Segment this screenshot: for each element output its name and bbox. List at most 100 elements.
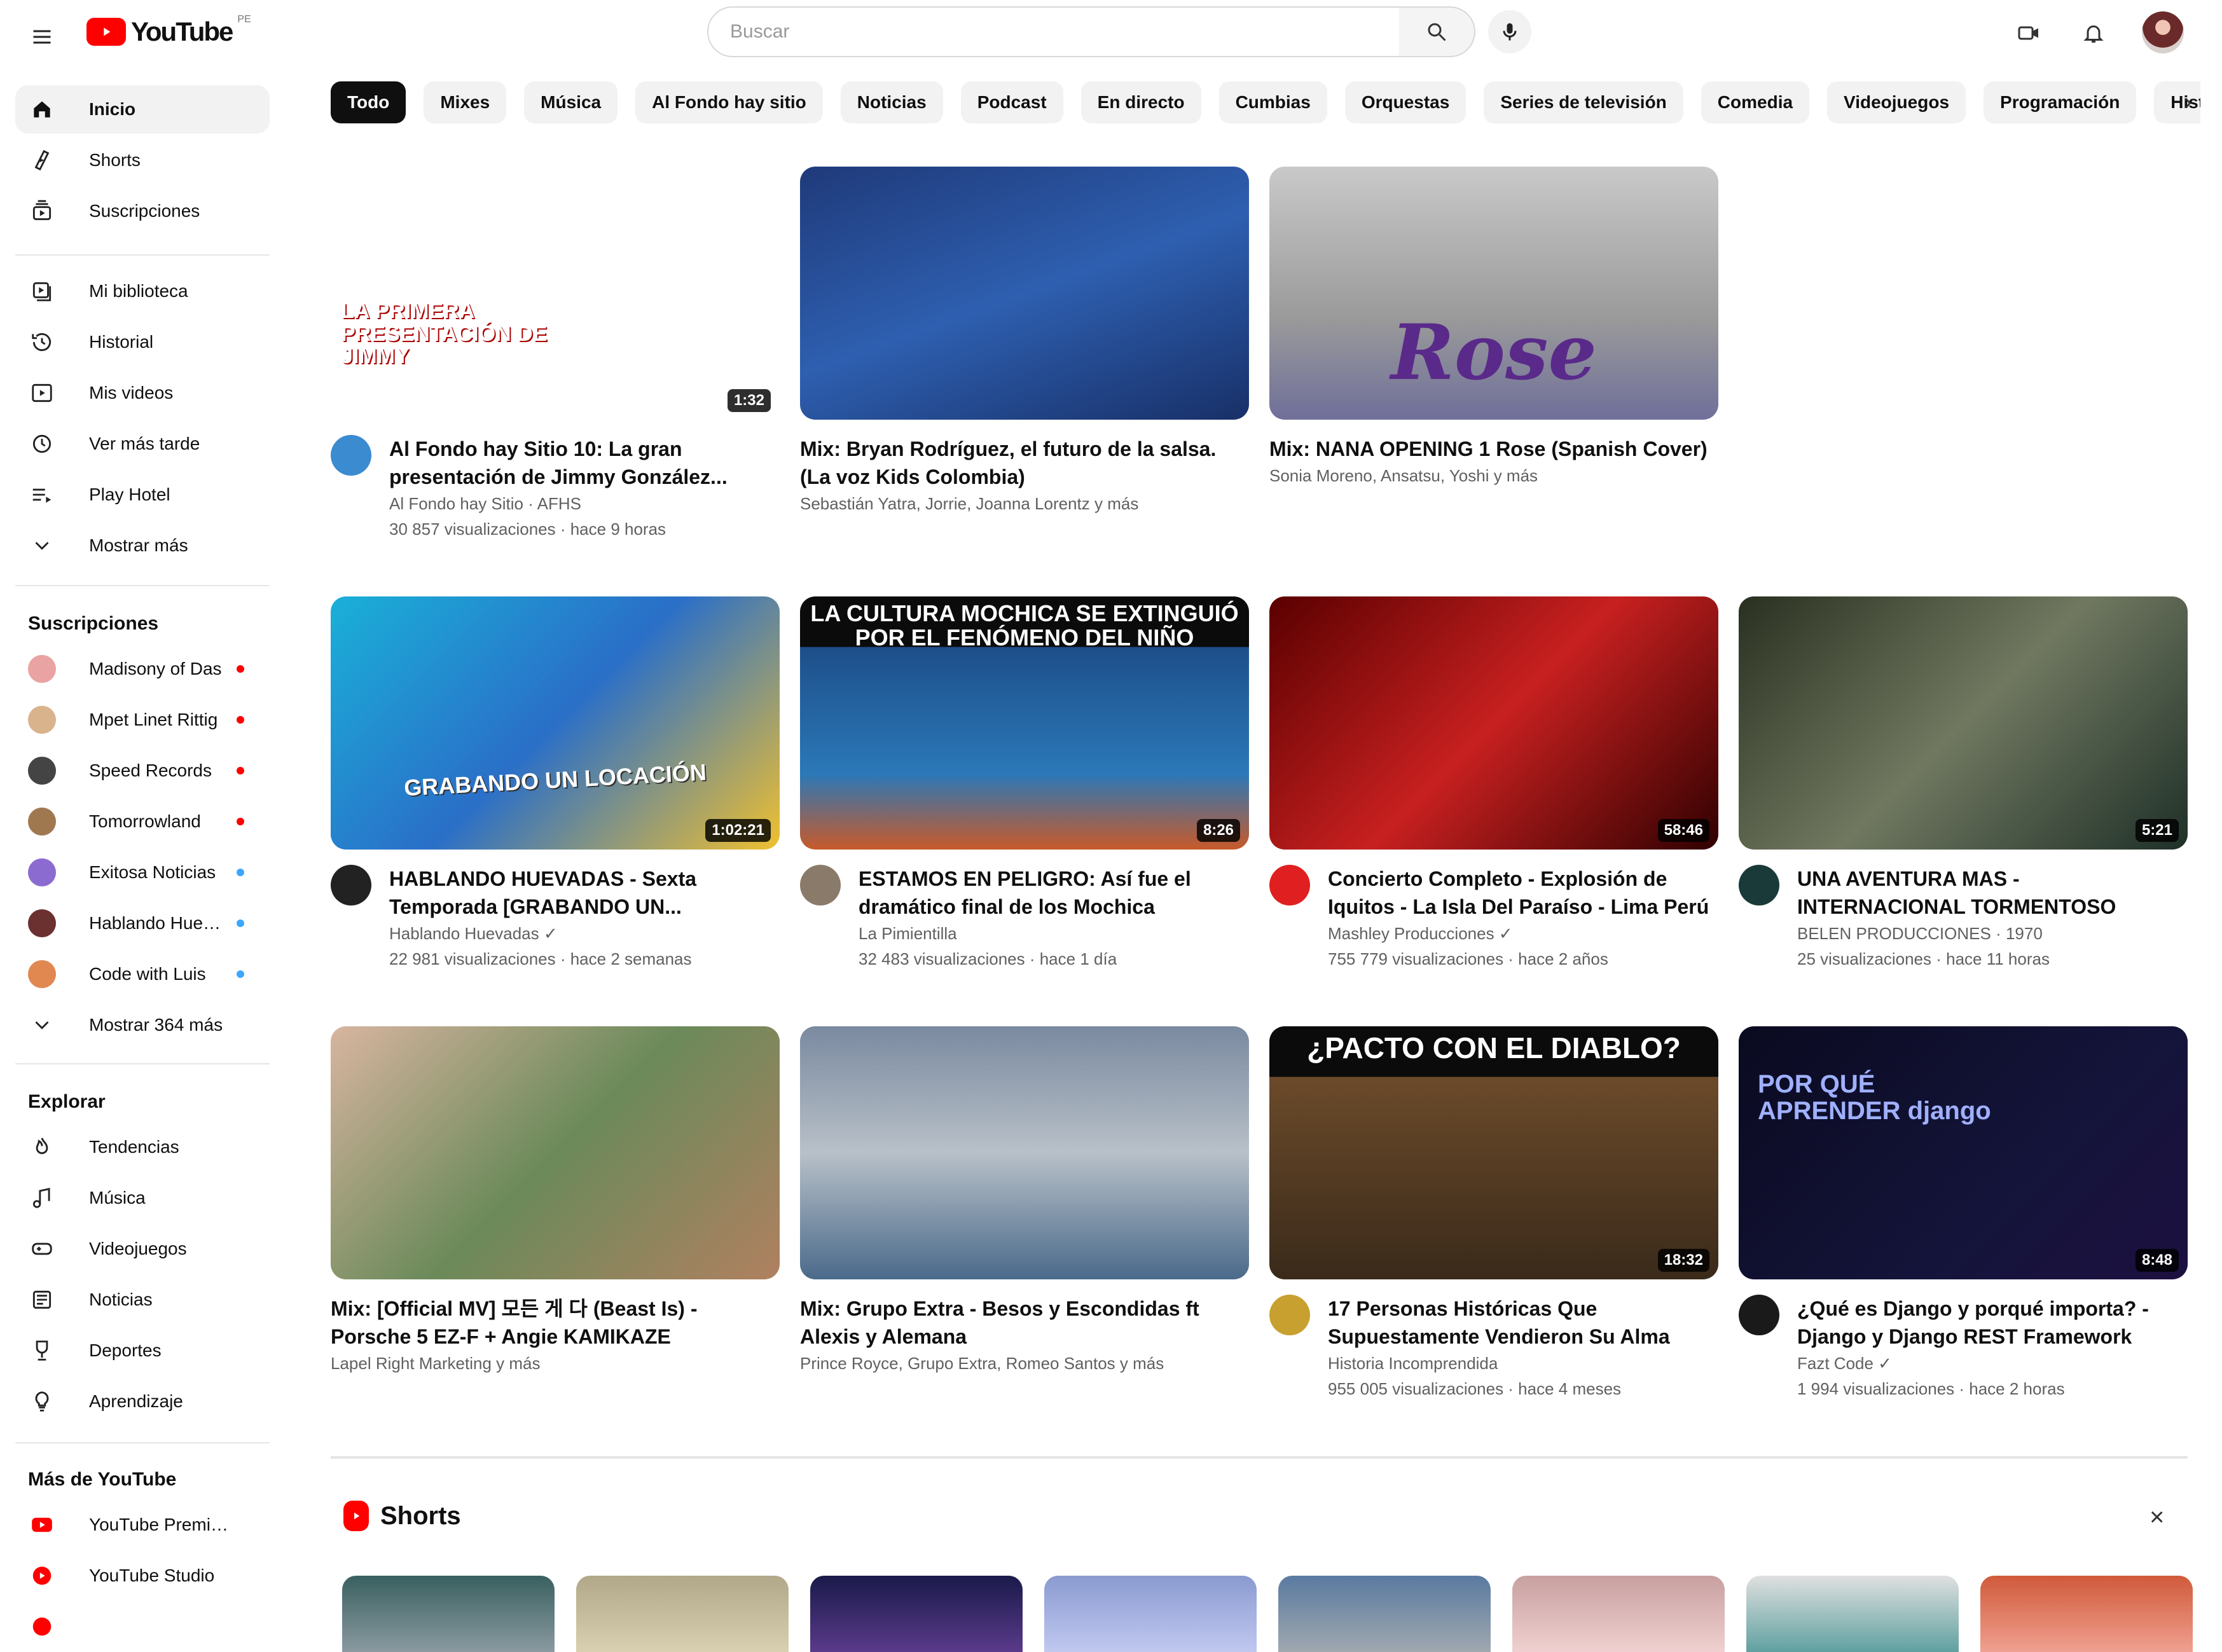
video-thumbnail[interactable]: LA CULTURA MOCHICA SE EXTINGUIÓ POR EL F…	[800, 596, 1249, 850]
chip[interactable]: Programación	[1984, 81, 2137, 123]
sidebar-subscription[interactable]: Exitosa Noticias	[15, 848, 270, 897]
sidebar-item-gaming[interactable]: Videojuegos	[15, 1225, 270, 1273]
search-button[interactable]	[1399, 6, 1475, 57]
sidebar-subscription[interactable]: Code with Luis	[15, 950, 270, 998]
sidebar-item-home[interactable]: Inicio	[15, 85, 270, 134]
short-thumbnail[interactable]	[576, 1576, 789, 1652]
short-thumbnail[interactable]	[1512, 1576, 1725, 1652]
video-thumbnail[interactable]: LA PRIMERA PRESENTACIÓN DE JIMMY 1:32	[331, 167, 780, 420]
chip[interactable]: Comedia	[1701, 81, 1810, 123]
video-card[interactable]: LA CULTURA MOCHICA SE EXTINGUIÓ POR EL F…	[800, 596, 1249, 972]
video-card[interactable]: Mix: [Official MV] 모든 게 다 (Beast Is) - P…	[331, 1026, 780, 1376]
video-title[interactable]: Concierto Completo - Explosión de Iquito…	[1328, 865, 1718, 921]
sidebar-show-more-subscriptions[interactable]: Mostrar 364 más	[15, 1001, 270, 1049]
short-thumbnail[interactable]	[1044, 1576, 1257, 1652]
channel-name[interactable]: Lapel Right Marketing y más	[331, 1351, 780, 1376]
notifications-button[interactable]	[2073, 13, 2114, 53]
sidebar-item-youtube-premium[interactable]: YouTube Premium	[15, 1501, 270, 1549]
chip[interactable]: Podcast	[960, 81, 1063, 123]
video-title[interactable]: Mix: Grupo Extra - Besos y Escondidas ft…	[800, 1295, 1249, 1351]
sidebar-item-your-videos[interactable]: Mis videos	[15, 369, 270, 417]
short-thumbnail[interactable]	[1278, 1576, 1491, 1652]
channel-avatar[interactable]	[1269, 865, 1310, 905]
chip[interactable]: Videojuegos	[1827, 81, 1966, 123]
video-title[interactable]: Mix: Bryan Rodríguez, el futuro de la sa…	[800, 435, 1249, 491]
chip[interactable]: Mixes	[424, 81, 507, 123]
video-thumbnail[interactable]: Rose	[1269, 167, 1718, 420]
create-button[interactable]	[2008, 13, 2049, 53]
video-thumbnail[interactable]: 5:21	[1739, 596, 2188, 850]
chip-all[interactable]: Todo	[331, 81, 406, 123]
video-thumbnail[interactable]	[331, 1026, 780, 1279]
sidebar-item-learning[interactable]: Aprendizaje	[15, 1377, 270, 1426]
video-thumbnail[interactable]: 58:46	[1269, 596, 1718, 850]
sidebar-subscription[interactable]: Madisony of Das	[15, 645, 270, 693]
video-thumbnail[interactable]: POR QUÉ APRENDER django 8:48	[1739, 1026, 2188, 1279]
channel-name[interactable]: Mashley Producciones ✓	[1328, 921, 1718, 946]
youtube-logo[interactable]: YouTube PE	[86, 14, 251, 47]
channel-avatar[interactable]	[1739, 1295, 1779, 1335]
sidebar-item-sports[interactable]: Deportes	[15, 1326, 270, 1375]
video-thumbnail[interactable]	[800, 1026, 1249, 1279]
sidebar-item-youtube-music[interactable]	[15, 1602, 270, 1651]
account-avatar[interactable]	[2142, 11, 2184, 53]
chip[interactable]: Cumbias	[1218, 81, 1327, 123]
search-input[interactable]	[729, 20, 1399, 43]
sidebar-item-subscriptions[interactable]: Suscripciones	[15, 187, 270, 235]
menu-icon[interactable]	[23, 18, 61, 56]
chip[interactable]: Series de televisión	[1484, 81, 1683, 123]
video-thumbnail[interactable]: ¿PACTO CON EL DIABLO? 18:32	[1269, 1026, 1718, 1279]
sidebar-item-music[interactable]: Música	[15, 1174, 270, 1222]
search-box[interactable]	[707, 6, 1400, 57]
short-thumbnail[interactable]	[810, 1576, 1023, 1652]
sidebar-item-trending[interactable]: Tendencias	[15, 1123, 270, 1171]
video-thumbnail[interactable]: GRABANDO UN LOCACIÓN 1:02:21	[331, 596, 780, 850]
sidebar-item-watch-later[interactable]: Ver más tarde	[15, 420, 270, 468]
channel-avatar[interactable]	[800, 865, 841, 905]
close-icon[interactable]: ×	[2150, 1503, 2164, 1532]
sidebar-item-history[interactable]: Historial	[15, 318, 270, 366]
video-card[interactable]: LA PRIMERA PRESENTACIÓN DE JIMMY 1:32 Al F…	[331, 167, 780, 542]
sidebar-show-more[interactable]: Mostrar más	[15, 521, 270, 570]
sidebar-subscription[interactable]: Speed Records	[15, 747, 270, 795]
sidebar-subscription[interactable]: Hablando Huevadas	[15, 899, 270, 947]
chip[interactable]: En directo	[1080, 81, 1201, 123]
video-title[interactable]: 17 Personas Históricas Que Supuestamente…	[1328, 1295, 1718, 1351]
channel-name[interactable]: Al Fondo hay Sitio · AFHS	[389, 491, 780, 516]
video-title[interactable]: ¿Qué es Django y porqué importa? - Djang…	[1797, 1295, 2188, 1351]
video-card[interactable]: GRABANDO UN LOCACIÓN 1:02:21 HABLANDO HUEV…	[331, 596, 780, 972]
video-title[interactable]: HABLANDO HUEVADAS - Sexta Temporada [GRA…	[389, 865, 780, 921]
sidebar-item-youtube-studio[interactable]: YouTube Studio	[15, 1552, 270, 1600]
video-title[interactable]: Mix: [Official MV] 모든 게 다 (Beast Is) - P…	[331, 1295, 780, 1351]
sidebar-subscription[interactable]: Tomorrowland	[15, 797, 270, 846]
channel-name[interactable]: Prince Royce, Grupo Extra, Romeo Santos …	[800, 1351, 1249, 1376]
chip[interactable]: Orquestas	[1344, 81, 1466, 123]
video-title[interactable]: Mix: NANA OPENING 1 Rose (Spanish Cover)	[1269, 435, 1718, 463]
channel-avatar[interactable]	[1269, 1295, 1310, 1335]
sidebar-subscription[interactable]: Mpet Linet Rittig	[15, 696, 270, 744]
channel-avatar[interactable]	[331, 435, 371, 476]
channel-avatar[interactable]	[1739, 865, 1779, 905]
sidebar-item-playlist[interactable]: Play Hotel	[15, 471, 270, 519]
voice-search-button[interactable]	[1488, 10, 1531, 53]
short-thumbnail[interactable]	[1980, 1576, 2193, 1652]
channel-name[interactable]: BELEN PRODUCCIONES · 1970	[1797, 921, 2188, 946]
sidebar-item-library[interactable]: Mi biblioteca	[15, 267, 270, 315]
short-thumbnail[interactable]	[1746, 1576, 1959, 1652]
sidebar-item-news[interactable]: Noticias	[15, 1276, 270, 1324]
channel-name[interactable]: La Pimientilla	[859, 921, 1249, 946]
video-card[interactable]: ¿PACTO CON EL DIABLO? 18:32 17 Personas Hi…	[1269, 1026, 1718, 1401]
video-title[interactable]: UNA AVENTURA MAS - INTERNACIONAL TORMENT…	[1797, 865, 2188, 921]
video-card[interactable]: Rose Mix: NANA OPENING 1 Rose (Spanish Co…	[1269, 167, 1718, 488]
video-card[interactable]: 5:21 UNA AVENTURA MAS - INTERNACIONAL TOR…	[1739, 596, 2188, 972]
channel-avatar[interactable]	[331, 865, 371, 905]
video-card[interactable]: POR QUÉ APRENDER django 8:48 ¿Qué es Djang…	[1739, 1026, 2188, 1401]
video-title[interactable]: ESTAMOS EN PELIGRO: Así fue el dramático…	[859, 865, 1249, 921]
channel-name[interactable]: Sebastián Yatra, Jorrie, Joanna Lorentz …	[800, 491, 1249, 516]
chip[interactable]: Al Fondo hay sitio	[635, 81, 823, 123]
sidebar-item-shorts[interactable]: Shorts	[15, 136, 270, 184]
short-thumbnail[interactable]	[342, 1576, 555, 1652]
channel-name[interactable]: Hablando Huevadas ✓	[389, 921, 780, 946]
chip[interactable]: Música	[524, 81, 618, 123]
video-title[interactable]: Al Fondo hay Sitio 10: La gran presentac…	[389, 435, 780, 491]
